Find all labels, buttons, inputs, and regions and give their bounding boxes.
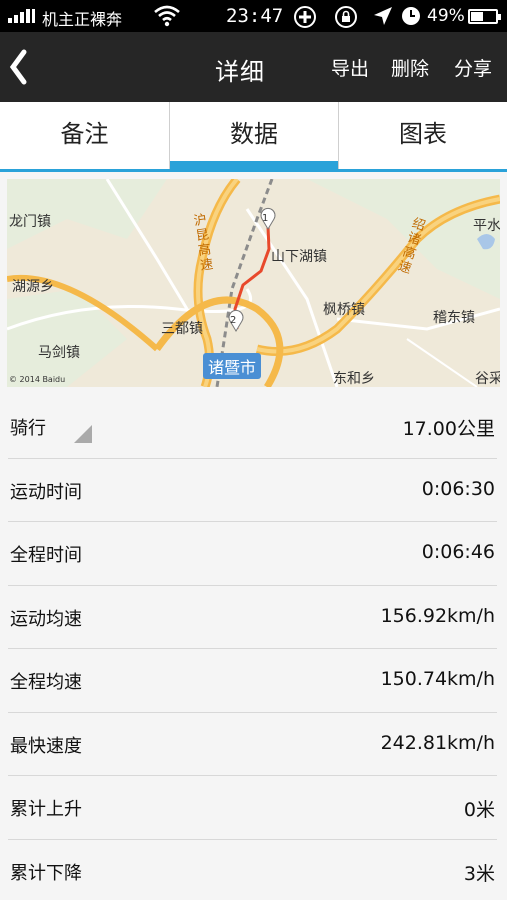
stat-row-moving-avg: 运动均速 156.92km/h xyxy=(8,586,497,649)
map-city-label: 诸暨市 xyxy=(203,353,262,379)
map-label-sandu: 三都镇 xyxy=(161,321,203,337)
carrier-name: 机主正裸奔 xyxy=(42,10,123,29)
wifi-icon xyxy=(154,5,180,27)
battery-percent: 49% xyxy=(427,6,465,26)
map-label-fengqiao: 枫桥镇 xyxy=(323,302,365,318)
signal-icon xyxy=(8,9,36,23)
active-tab-indicator xyxy=(170,161,338,169)
stat-value: 0:06:46 xyxy=(421,541,495,563)
share-button[interactable]: 分享 xyxy=(454,54,492,81)
battery-icon xyxy=(468,9,501,24)
stat-label: 运动时间 xyxy=(10,481,82,503)
stat-row-mode[interactable]: 骑行 17.00公里 xyxy=(8,395,497,459)
stat-label: 全程时间 xyxy=(10,545,82,566)
stat-value: 242.81km/h xyxy=(380,731,495,754)
status-bar: 机主正裸奔 23:47 49% xyxy=(0,0,507,32)
start-marker-label: 1 xyxy=(262,213,269,224)
map-label-guxi: 谷采 xyxy=(475,371,500,387)
page-title: 详细 xyxy=(215,58,265,86)
stat-value: 3米 xyxy=(463,862,495,885)
stats-list: 骑行 17.00公里 运动时间 0:06:30 全程时间 0:06:46 运动均… xyxy=(0,395,507,900)
dropdown-corner-icon xyxy=(74,425,92,443)
delete-button[interactable]: 删除 xyxy=(391,54,429,81)
stat-label: 全程均速 xyxy=(10,672,82,693)
stat-value: 150.74km/h xyxy=(380,668,495,690)
stat-label: 最快速度 xyxy=(10,735,82,757)
tab-notes[interactable]: 备注 xyxy=(0,102,169,169)
stat-row-total-avg: 全程均速 150.74km/h xyxy=(8,649,497,713)
stat-value: 156.92km/h xyxy=(380,604,495,627)
alarm-clock-icon xyxy=(402,7,420,25)
tab-chart[interactable]: 图表 xyxy=(338,102,507,169)
map-label-longmen: 龙门镇 xyxy=(9,214,51,230)
stat-row-ascent: 累计上升 0米 xyxy=(8,776,497,840)
export-button[interactable]: 导出 xyxy=(331,54,369,81)
tab-bar: 备注 数据 图表 xyxy=(0,102,507,172)
map-label-shanxiahu: 山下湖镇 xyxy=(271,249,327,265)
stat-row-max-speed: 最快速度 242.81km/h xyxy=(8,713,497,776)
stat-label: 骑行 xyxy=(10,418,46,439)
map-label-pingshui: 平水 xyxy=(473,218,500,234)
clock: 23:47 xyxy=(226,5,284,27)
add-circle-icon xyxy=(294,6,316,28)
end-marker-label: 2 xyxy=(230,315,237,326)
map-label-donghe: 东和乡 xyxy=(333,371,375,387)
map-copyright: © 2014 Baidu xyxy=(9,375,66,384)
map-label-huyuan: 湖源乡 xyxy=(12,279,54,295)
tab-chart-label: 图表 xyxy=(399,120,447,148)
stat-row-moving-time: 运动时间 0:06:30 xyxy=(8,459,497,522)
location-arrow-icon xyxy=(374,7,392,25)
tab-data[interactable]: 数据 xyxy=(169,102,338,169)
map-label-majian: 马剑镇 xyxy=(38,345,80,361)
stat-value: 17.00公里 xyxy=(402,418,495,440)
stat-value: 0:06:30 xyxy=(421,477,495,500)
stat-label: 运动均速 xyxy=(10,608,82,630)
map-label-jidong: 稽东镇 xyxy=(433,310,475,326)
stat-label: 累计下降 xyxy=(10,862,82,884)
stat-row-descent: 累计下降 3米 xyxy=(8,840,497,900)
title-bar: 详细 导出 删除 分享 xyxy=(0,32,507,102)
route-map[interactable]: 1 2 龙门镇 湖源乡 马剑镇 三都镇 山下湖镇 枫桥镇 稽东镇 东和乡 平水 … xyxy=(7,179,500,387)
chevron-left-icon[interactable] xyxy=(4,44,34,90)
stat-row-total-time: 全程时间 0:06:46 xyxy=(8,522,497,586)
tab-notes-label: 备注 xyxy=(60,120,109,148)
rotation-lock-icon xyxy=(335,6,357,28)
stat-value: 0米 xyxy=(463,799,495,821)
stat-label: 累计上升 xyxy=(10,799,82,820)
tab-data-label: 数据 xyxy=(230,120,278,148)
